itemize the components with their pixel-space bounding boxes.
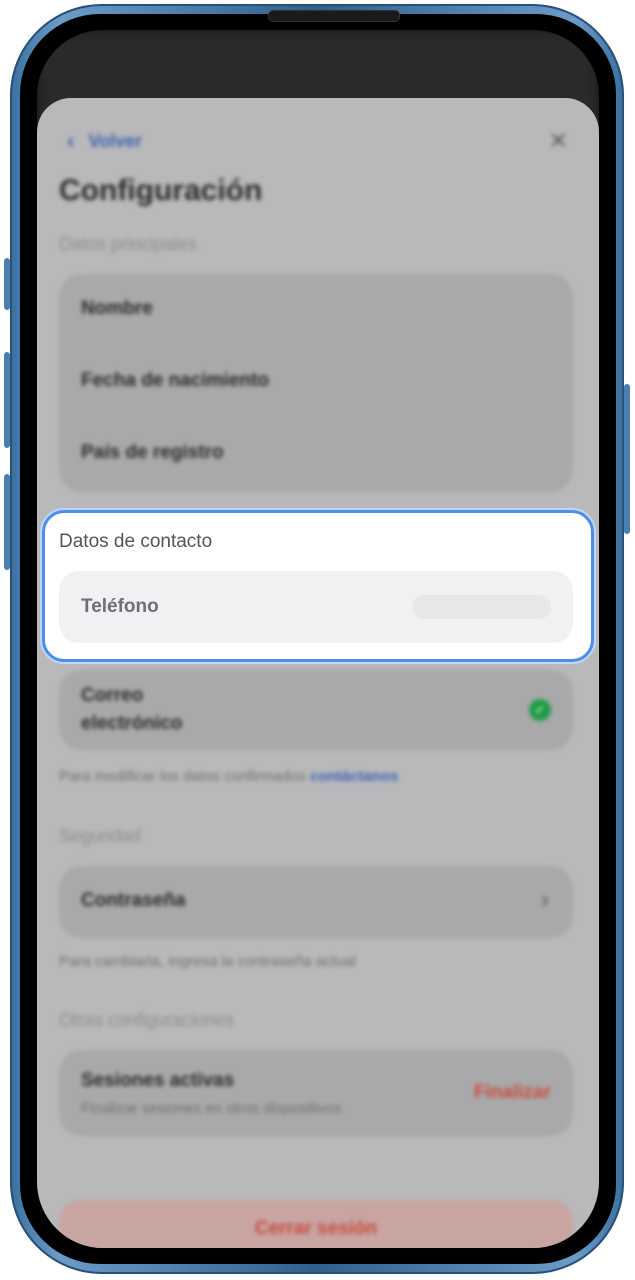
- password-label: Contraseña: [81, 890, 186, 911]
- logout-button[interactable]: Cerrar sesión: [59, 1200, 573, 1248]
- row-name[interactable]: Nombre: [81, 298, 153, 320]
- sessions-card: Sesiones activas Finalizar sesiones en o…: [59, 1050, 573, 1136]
- contact-link[interactable]: contáctanos: [310, 768, 398, 785]
- email-label-line1: Correo: [81, 685, 144, 706]
- email-label-line2: electrónico: [81, 713, 183, 734]
- top-bar: ‹ Volver ×: [67, 124, 567, 158]
- email-label: Correo electrónico: [81, 682, 182, 738]
- highlighted-contact-section: Datos de contacto Teléfono: [42, 510, 594, 662]
- contact-note: Para modificar los datos confirmados con…: [59, 768, 398, 785]
- blurred-content: ‹ Volver × Configuración Datos principal…: [37, 98, 599, 1248]
- section-title-other: Otras configuraciones: [59, 1010, 235, 1030]
- section-title-main: Datos principales: [59, 234, 198, 254]
- row-country[interactable]: País de registro: [81, 442, 224, 464]
- back-label: Volver: [88, 130, 143, 151]
- back-button[interactable]: ‹ Volver: [67, 128, 142, 154]
- end-sessions-button[interactable]: Finalizar: [474, 1082, 551, 1104]
- phone-row[interactable]: Teléfono: [59, 571, 573, 643]
- power-button: [624, 384, 630, 534]
- volume-up-button: [4, 352, 10, 448]
- email-card[interactable]: Correo electrónico ✓: [59, 670, 573, 750]
- earpiece-speaker: [268, 10, 400, 22]
- sessions-title: Sesiones activas: [81, 1070, 235, 1091]
- phone-label: Teléfono: [81, 596, 159, 617]
- close-icon[interactable]: ×: [549, 124, 567, 158]
- check-icon: ✓: [529, 699, 551, 721]
- section-title-security: Seguridad: [59, 826, 142, 846]
- row-birthdate[interactable]: Fecha de nacimiento: [81, 370, 269, 392]
- page-title: Configuración: [59, 174, 263, 207]
- main-data-card: Nombre Fecha de nacimiento País de regis…: [59, 274, 573, 492]
- contact-note-text: Para modificar los datos confirmados: [59, 768, 306, 785]
- phone-value-placeholder: [413, 595, 551, 619]
- chevron-right-icon: ›: [541, 886, 549, 913]
- settings-sheet: ‹ Volver × Configuración Datos principal…: [37, 98, 599, 1248]
- section-title-contact: Datos de contacto: [59, 531, 213, 552]
- password-note: Para cambiarla, ingresa la contraseña ac…: [59, 953, 356, 970]
- sessions-subtitle: Finalizar sesiones en otros dispositivos: [81, 1100, 342, 1117]
- chevron-left-icon: ‹: [67, 128, 75, 153]
- password-card[interactable]: Contraseña ›: [59, 866, 573, 938]
- volume-down-button: [4, 474, 10, 570]
- mute-switch: [4, 258, 10, 310]
